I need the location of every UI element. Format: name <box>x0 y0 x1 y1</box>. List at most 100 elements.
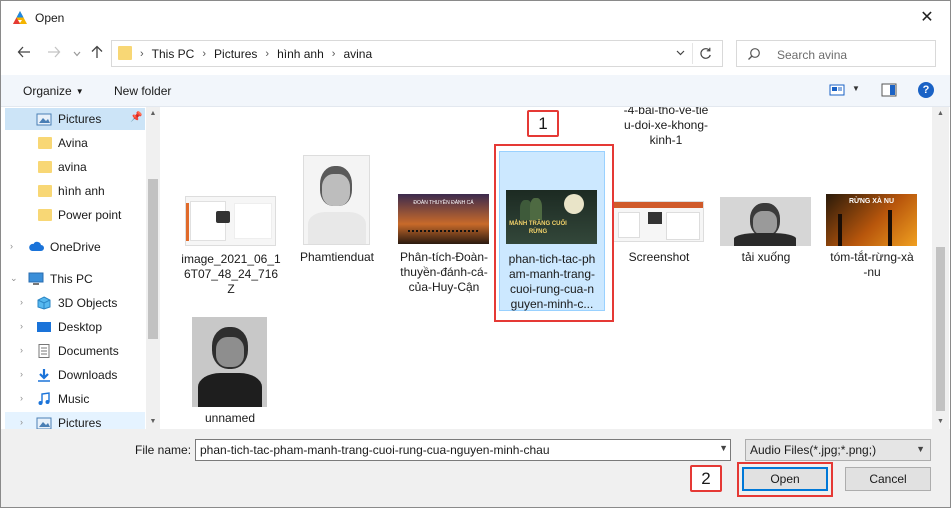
breadcrumb-separator: › <box>265 48 270 60</box>
search-input[interactable]: Search avina <box>777 48 847 62</box>
window-title: Open <box>35 11 65 25</box>
file-view-scroll-thumb[interactable] <box>936 247 945 411</box>
breadcrumb-item[interactable]: This PC <box>152 47 195 61</box>
nav-item-avina-upper[interactable]: Avina <box>5 132 145 154</box>
help-icon[interactable]: ? <box>918 82 934 98</box>
cancel-button[interactable]: Cancel <box>845 467 931 491</box>
computer-icon <box>28 272 44 285</box>
nav-item-label: Music <box>58 392 90 406</box>
dropdown-arrow-icon: ▼ <box>75 87 84 96</box>
chevron-down-icon <box>73 51 81 57</box>
thumbnail: ĐOÀN THUYỀN ĐÁNH CÁ <box>398 194 489 244</box>
nav-scroll-thumb[interactable] <box>148 179 158 339</box>
nav-item-avina[interactable]: avina <box>5 156 145 178</box>
chevron-down-icon[interactable]: ▼ <box>719 443 728 453</box>
address-dropdown-button[interactable] <box>672 45 688 63</box>
thumbnail-caption: ĐOÀN THUYỀN ĐÁNH CÁ <box>413 200 474 206</box>
nav-item-label: This PC <box>50 272 93 286</box>
annotation-step-2: 2 <box>690 465 722 492</box>
nav-item-label: Downloads <box>58 368 118 382</box>
new-folder-button[interactable]: New folder <box>114 84 171 98</box>
file-label-partial[interactable]: -4-bai-tho-ve-tie u-doi-xe-khong- kinh-1 <box>611 107 721 148</box>
expand-icon[interactable]: › <box>20 369 23 379</box>
recent-locations-button[interactable] <box>67 45 87 63</box>
nav-scrollbar[interactable]: ▲ ▼ <box>146 107 160 429</box>
nav-item-label: avina <box>58 160 87 174</box>
desktop-icon <box>37 322 51 332</box>
nav-item-power-point[interactable]: Power point <box>5 204 145 226</box>
nav-item-onedrive[interactable]: › OneDrive <box>5 236 145 258</box>
scroll-down-icon[interactable]: ▼ <box>146 415 160 429</box>
thumbnail <box>720 197 811 246</box>
navigation-pane: Pictures 📌 Avina avina hình anh Power po… <box>1 107 160 429</box>
refresh-button[interactable] <box>692 43 718 64</box>
nav-item-this-pc[interactable]: ⌄ This PC <box>5 268 145 290</box>
arrow-up-icon <box>91 45 103 58</box>
organize-label: Organize <box>23 84 72 98</box>
up-button[interactable] <box>87 45 107 63</box>
nav-item-pictures-quick[interactable]: Pictures 📌 <box>5 108 145 130</box>
nav-item-label: Power point <box>58 208 122 222</box>
expand-icon[interactable]: › <box>20 417 23 427</box>
command-bar: Organize ▼ New folder ▼ ? <box>1 75 950 107</box>
scroll-up-icon[interactable]: ▲ <box>146 107 160 121</box>
music-icon <box>38 392 50 405</box>
preview-pane-icon[interactable] <box>881 83 897 97</box>
view-options-icon[interactable] <box>829 83 845 97</box>
view-dropdown-icon[interactable]: ▼ <box>852 84 860 93</box>
nav-item-label: Desktop <box>58 320 103 334</box>
breadcrumb-item[interactable]: hình anh <box>277 47 324 61</box>
nav-item-documents[interactable]: › Documents <box>5 340 145 362</box>
nav-item-3d-objects[interactable]: › 3D Objects <box>5 292 145 314</box>
organize-menu[interactable]: Organize ▼ <box>23 84 84 98</box>
file-name: unnamed <box>204 411 256 425</box>
title-bar: Open ✕ <box>1 1 950 35</box>
breadcrumb-item[interactable]: avina <box>343 47 372 61</box>
scroll-up-icon[interactable]: ▲ <box>932 107 949 121</box>
scroll-down-icon[interactable]: ▼ <box>932 415 949 429</box>
nav-item-hinh-anh[interactable]: hình anh <box>5 180 145 202</box>
thumbnail <box>613 201 704 242</box>
file-type-value: Audio Files(*.jpg;*.png;) <box>750 443 877 457</box>
expand-icon[interactable]: › <box>10 241 13 251</box>
file-view-scrollbar[interactable]: ▲ ▼ <box>932 107 949 429</box>
search-icon <box>748 48 760 60</box>
expand-icon[interactable]: › <box>20 321 23 331</box>
file-name: image_2021_06_1 6T07_48_24_716Z <box>181 252 281 296</box>
breadcrumb-separator: › <box>331 48 336 60</box>
file-name-panel: File name: phan-tich-tac-pham-manh-trang… <box>1 429 950 507</box>
file-name: Screenshot <box>628 250 690 264</box>
address-bar[interactable]: › This PC › Pictures › hình anh › avina <box>111 40 723 67</box>
arrow-right-icon <box>48 46 61 58</box>
nav-item-downloads[interactable]: › Downloads <box>5 364 145 386</box>
file-view: -4-bai-tho-ve-tie u-doi-xe-khong- kinh-1… <box>161 107 932 429</box>
pin-icon: 📌 <box>130 112 143 123</box>
close-button[interactable]: ✕ <box>912 5 942 31</box>
folder-icon <box>38 137 52 149</box>
expand-icon[interactable]: › <box>20 345 23 355</box>
collapse-icon[interactable]: ⌄ <box>10 273 18 284</box>
file-type-select[interactable]: Audio Files(*.jpg;*.png;) ▼ <box>745 439 931 461</box>
nav-item-label: Avina <box>58 136 88 150</box>
chevron-down-icon <box>676 50 684 56</box>
file-name: Phamtienduat <box>299 250 375 264</box>
forward-button[interactable] <box>44 45 64 63</box>
nav-item-pictures[interactable]: › Pictures <box>5 412 145 429</box>
file-name-field[interactable]: phan-tich-tac-pham-manh-trang-cuoi-rung-… <box>195 439 731 461</box>
arrow-left-icon <box>17 46 30 58</box>
search-box[interactable]: Search avina <box>736 40 936 67</box>
thumbnail-caption: RỪNG XÀ NU <box>848 198 895 205</box>
nav-item-desktop[interactable]: › Desktop <box>5 316 145 338</box>
nav-item-label: Pictures <box>58 112 102 126</box>
folder-icon <box>118 46 132 60</box>
document-icon <box>38 344 50 358</box>
nav-item-music[interactable]: › Music <box>5 388 145 410</box>
breadcrumb-item[interactable]: Pictures <box>214 47 257 61</box>
expand-icon[interactable]: › <box>20 297 23 307</box>
thumbnail: RỪNG XÀ NU <box>826 194 917 246</box>
breadcrumb-separator: › <box>140 48 144 60</box>
expand-icon[interactable]: › <box>20 393 23 403</box>
cloud-icon <box>29 241 44 251</box>
back-button[interactable] <box>14 45 34 63</box>
file-name-value[interactable]: phan-tich-tac-pham-manh-trang-cuoi-rung-… <box>200 443 550 457</box>
